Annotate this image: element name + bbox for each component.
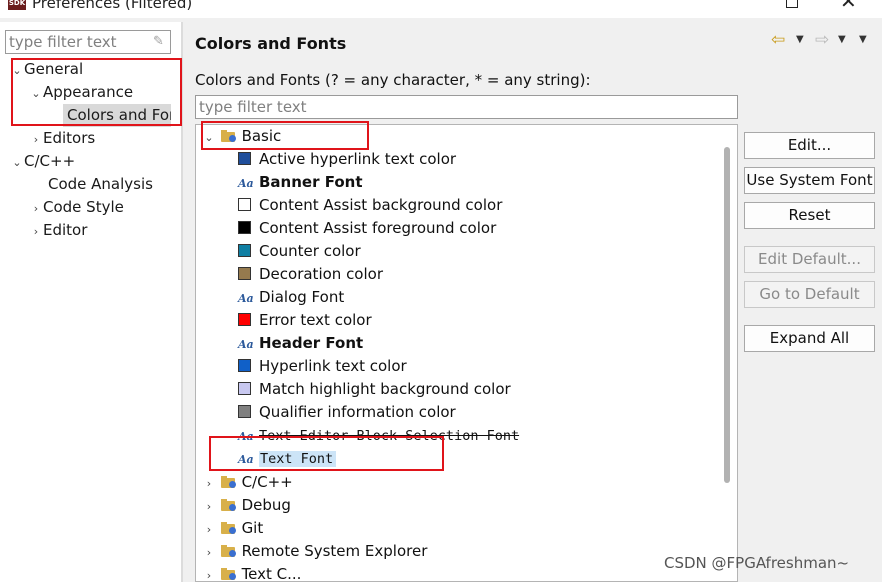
color-swatch-icon [238,198,251,211]
nav-item-label: Editor [43,221,88,239]
back-arrow-icon[interactable]: ⇦ [771,30,785,50]
color-swatch-icon [238,382,251,395]
color-swatch-icon [238,152,251,165]
color-swatch-icon [238,267,251,280]
tree-item[interactable]: Active hyperlink text color [238,148,456,171]
annotation-box-basic [201,121,369,150]
tree-item[interactable]: Counter color [238,240,361,263]
use-system-font-button[interactable]: Use System Font [744,167,875,194]
expand-all-button[interactable]: Expand All [744,325,875,352]
tree-category-remote-system-explorer[interactable]: › Remote System Explorer [202,540,428,564]
filter-description: Colors and Fonts (? = any character, * =… [195,71,591,89]
folder-icon [220,476,237,488]
clear-filter-icon[interactable]: ✎ [153,34,167,50]
nav-item-editor[interactable]: › Editor [29,219,88,243]
nav-item-code-analysis[interactable]: Code Analysis [48,173,153,196]
forward-arrow-icon[interactable]: ⇨ [815,30,829,50]
nav-item-label: Code Style [43,198,124,216]
tree-item[interactable]: Aa Header Font [238,332,363,355]
chevron-right-icon[interactable]: › [202,495,216,518]
folder-icon [220,522,237,534]
annotation-box-text-font [209,436,444,471]
chevron-right-icon[interactable]: › [29,220,43,243]
nav-item-editors[interactable]: › Editors [29,127,95,150]
colors-and-fonts-page: Colors and Fonts ⇦ ▼ ⇨ ▼ ▼ Colors and Fo… [183,22,882,582]
tree-category-text-compare[interactable]: › Text C... [202,563,302,581]
chevron-right-icon[interactable]: › [202,541,216,564]
folder-icon [220,568,237,580]
tree-item[interactable]: Qualifier information color [238,401,456,424]
font-icon: Aa [238,338,254,351]
folder-icon [220,499,237,511]
tree-scrollbar[interactable] [724,147,730,483]
colors-filter-input[interactable] [195,95,738,119]
nav-item-code-style[interactable]: › Code Style [29,196,124,219]
chevron-right-icon[interactable]: › [202,472,216,495]
tree-item[interactable]: Content Assist background color [238,194,502,217]
color-swatch-icon [238,359,251,372]
tree-item[interactable]: Aa Banner Font [238,171,363,194]
chevron-right-icon[interactable]: › [29,197,43,220]
tree-item[interactable]: Error text color [238,309,372,332]
go-to-default-button[interactable]: Go to Default [744,281,875,308]
tree-category-cpp[interactable]: › C/C++ [202,471,293,494]
forward-dropdown-icon[interactable]: ▼ [838,34,846,45]
window-title: Preferences (Filtered) [32,0,193,12]
font-icon: Aa [238,177,254,190]
font-icon: Aa [238,292,254,305]
tree-item[interactable]: Decoration color [238,263,383,286]
nav-item-cpp[interactable]: ⌄ C/C++ [10,150,75,173]
chevron-right-icon[interactable]: › [202,564,216,581]
color-swatch-icon [238,244,251,257]
back-dropdown-icon[interactable]: ▼ [796,34,804,45]
view-menu-icon[interactable]: ▼ [859,34,867,45]
color-swatch-icon [238,405,251,418]
nav-filter-input[interactable] [5,30,171,54]
page-title: Colors and Fonts [195,34,347,53]
maximize-icon[interactable] [786,0,798,8]
color-swatch-icon [238,221,251,234]
reset-button[interactable]: Reset [744,202,875,229]
nav-item-label: Editors [43,129,96,147]
nav-item-label: C/C++ [24,152,76,170]
tree-item[interactable]: Content Assist foreground color [238,217,496,240]
annotation-box-nav [11,58,182,126]
colors-fonts-tree[interactable]: ⌄ Basic Active hyperlink text color Aa Ba… [195,124,738,582]
chevron-right-icon[interactable]: › [202,518,216,541]
watermark: CSDN @FPGAfreshman~ [664,554,850,572]
tree-item[interactable]: Hyperlink text color [238,355,407,378]
tree-item[interactable]: Aa Dialog Font [238,286,344,309]
folder-icon [220,545,237,557]
tree-category-debug[interactable]: › Debug [202,494,291,517]
edit-default-button[interactable]: Edit Default... [744,246,875,273]
edit-button[interactable]: Edit... [744,132,875,159]
close-icon[interactable]: ✕ [840,0,857,11]
color-swatch-icon [238,313,251,326]
title-bar: SDK Preferences (Filtered) ✕ [0,0,882,18]
chevron-right-icon[interactable]: › [29,128,43,151]
tree-item[interactable]: Match highlight background color [238,378,511,401]
nav-item-label: Code Analysis [48,175,153,193]
app-icon: SDK [8,0,26,10]
chevron-down-icon[interactable]: ⌄ [10,151,24,174]
tree-category-git[interactable]: › Git [202,517,263,540]
